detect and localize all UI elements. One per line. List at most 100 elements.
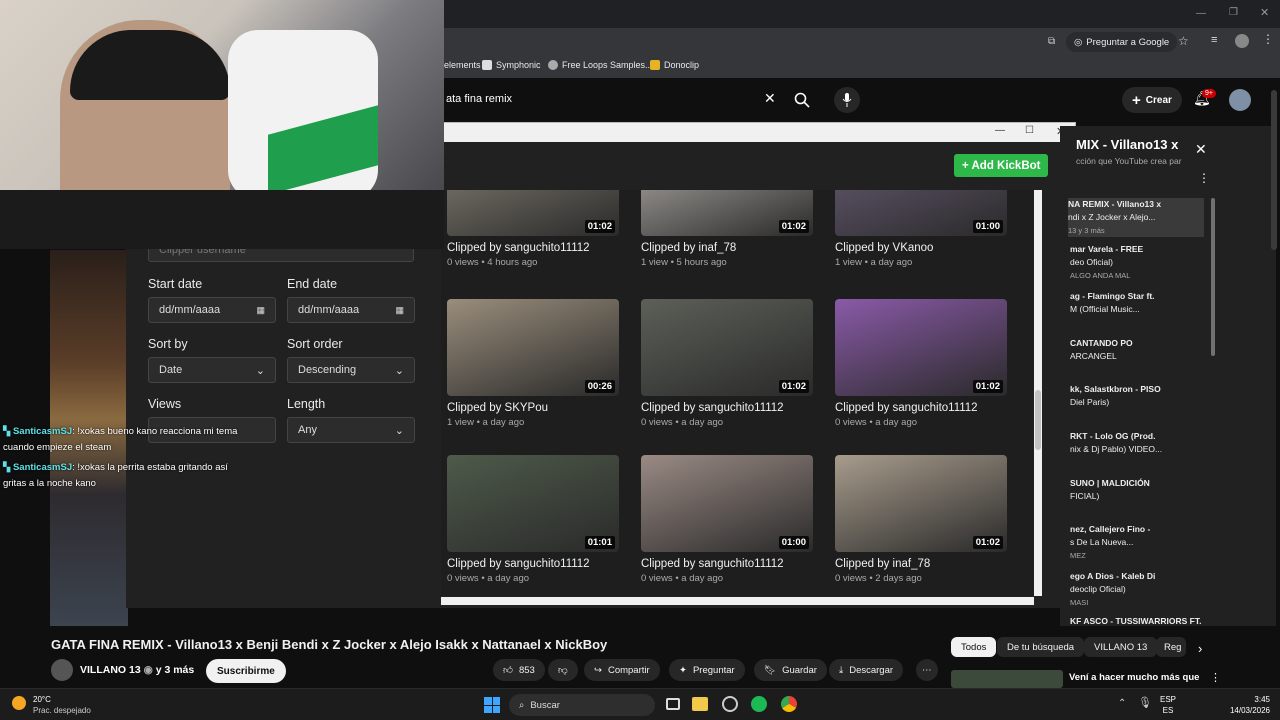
playlist-item[interactable]: CANTANDO PO ARCANGEL — [1070, 337, 1133, 363]
search-input[interactable]: ata fina remix ✕ — [440, 86, 820, 112]
clip-title[interactable]: Clipped by VKanoo — [835, 242, 1007, 254]
maximize-icon[interactable]: ❐ — [1229, 7, 1238, 18]
clip-thumbnail[interactable]: 01:02 — [641, 299, 813, 396]
playlist-scrollbar[interactable] — [1211, 198, 1215, 356]
bookmark-free-loops[interactable]: Free Loops Samples... — [548, 60, 653, 70]
clip-card[interactable]: 01:02 Clipped by sanguchito11112 0 views •… — [447, 190, 619, 268]
taskbar-search[interactable]: ⌕ Buscar — [509, 694, 655, 716]
spotify-icon[interactable] — [751, 696, 767, 712]
start-date-input[interactable]: dd/mm/aaaa ▦ — [148, 297, 276, 323]
more-menu-icon[interactable]: ⋮ — [1262, 32, 1274, 46]
reading-list-icon[interactable]: ≡ — [1211, 34, 1217, 46]
scroll-thumb[interactable] — [1035, 390, 1041, 450]
file-explorer-icon[interactable] — [692, 697, 708, 711]
clip-card[interactable]: 01:02 Clipped by sanguchito11112 0 views •… — [835, 299, 1007, 428]
playlist-item[interactable]: NA REMIX - Villano13 x ndi x Z Jocker x A… — [1068, 198, 1204, 237]
chevron-right-icon[interactable]: › — [1198, 641, 1202, 656]
create-button[interactable]: + Crear — [1122, 87, 1182, 113]
clip-title[interactable]: Clipped by sanguchito11112 — [447, 242, 619, 254]
bookmark-donoclip[interactable]: Donoclip — [650, 60, 699, 70]
clip-title[interactable]: Clipped by SKYPou — [447, 402, 619, 414]
language-indicator[interactable]: ESP ES — [1160, 694, 1176, 716]
clip-card[interactable]: 01:02 Clipped by inaf_78 0 views • 2 days … — [835, 455, 1007, 584]
playlist-item[interactable]: nez, Callejero Fino - s De La Nueva... MEZ — [1070, 523, 1150, 562]
playlist-item[interactable]: ag - Flamingo Star ft. M (Official Music.… — [1070, 290, 1155, 316]
like-button[interactable]: 👍︎ 853 — [493, 659, 545, 681]
clip-title[interactable]: Clipped by inaf_78 — [641, 242, 813, 254]
clock[interactable]: 3:45 14/03/2026 — [1222, 694, 1270, 716]
sort-order-select[interactable]: Descending ⌄ — [287, 357, 415, 383]
chip-todos[interactable]: Todos — [951, 637, 997, 657]
clear-search-icon[interactable]: ✕ — [764, 90, 776, 107]
end-date-input[interactable]: dd/mm/aaaa ▦ — [287, 297, 415, 323]
microphone-icon[interactable]: 🎙︎ — [1138, 696, 1152, 709]
clip-title[interactable]: Clipped by sanguchito11112 — [835, 402, 1007, 414]
playlist-item[interactable]: kk, Salastkbron - PISO Diel Paris) — [1070, 383, 1161, 409]
clip-card[interactable]: 00:26 Clipped by SKYPou 1 view • a day ago — [447, 299, 619, 428]
clip-thumbnail[interactable]: 01:02 — [641, 190, 813, 236]
obs-icon[interactable] — [722, 696, 738, 712]
tray-chevron-icon[interactable]: ⌃ — [1118, 698, 1126, 709]
download-button[interactable]: ⤓ Descargar — [829, 659, 904, 681]
minimize-icon[interactable]: — — [1196, 8, 1206, 19]
weather-widget[interactable]: 20°C Prac. despejado — [33, 694, 91, 716]
clip-title[interactable]: Clipped by sanguchito11112 — [447, 558, 619, 570]
clip-thumbnail[interactable]: 00:26 — [447, 299, 619, 396]
next-video-title[interactable]: Vení a hacer mucho más que — [1069, 672, 1199, 683]
clip-card[interactable]: 01:01 Clipped by sanguchito11112 0 views •… — [447, 455, 619, 584]
ask-google-button[interactable]: ◎ Preguntar a Google — [1066, 32, 1178, 52]
grid-horizontal-scrollbar[interactable] — [441, 597, 1034, 605]
close-playlist-icon[interactable]: ✕ — [1195, 141, 1207, 158]
playlist-item[interactable]: KF ASCO - TUSSIWARRIORS FT. — [1070, 615, 1201, 628]
playlist-item[interactable]: ego A Dios - Kaleb Di deoclip Oficial) MAS… — [1070, 570, 1155, 609]
save-button[interactable]: 🔖︎ Guardar — [754, 659, 827, 681]
clip-card[interactable]: 01:02 Clipped by inaf_78 1 view • 5 hours … — [641, 190, 813, 268]
clip-card[interactable]: 01:00 Clipped by sanguchito11112 0 views •… — [641, 455, 813, 584]
clip-thumbnail[interactable]: 01:01 — [447, 455, 619, 552]
channel-name[interactable]: VILLANO 13 ◉ y 3 más — [80, 664, 194, 676]
clip-thumbnail[interactable]: 01:00 — [641, 455, 813, 552]
chip-villano13[interactable]: VILLANO 13 — [1084, 637, 1158, 657]
more-actions-button[interactable]: ⋯ — [916, 659, 938, 681]
search-icon[interactable] — [792, 90, 812, 110]
next-video-more-icon[interactable]: ⋮ — [1210, 671, 1221, 684]
bookmark-elements[interactable]: elements — [444, 60, 481, 70]
chip-search[interactable]: De tu búsqueda — [997, 637, 1085, 657]
voice-search-icon[interactable] — [834, 87, 860, 113]
playlist-item[interactable]: SUNO | MALDICIÓN FICIAL) — [1070, 477, 1150, 503]
cast-icon[interactable]: ⧉ — [1048, 36, 1055, 47]
clip-card[interactable]: 01:00 Clipped by VKanoo 1 view • a day ago — [835, 190, 1007, 268]
app-maximize-icon[interactable]: ☐ — [1025, 125, 1034, 136]
sort-by-select[interactable]: Date ⌄ — [148, 357, 276, 383]
clip-title[interactable]: Clipped by inaf_78 — [835, 558, 1007, 570]
clip-thumbnail[interactable]: 01:02 — [447, 190, 619, 236]
chip-reg[interactable]: Reg — [1156, 637, 1186, 657]
clip-thumbnail[interactable]: 01:02 — [835, 455, 1007, 552]
next-video-thumbnail[interactable] — [951, 670, 1063, 688]
dislike-button[interactable]: 👎︎ — [548, 659, 578, 681]
playlist-more-icon[interactable]: ⋮ — [1198, 171, 1210, 185]
playlist-item[interactable]: RKT - Lolo OG (Prod. nix & Dj Pablo) VIDE… — [1070, 430, 1162, 456]
app-minimize-icon[interactable]: — — [995, 125, 1005, 136]
length-select[interactable]: Any ⌄ — [287, 417, 415, 443]
profile-avatar[interactable] — [1235, 34, 1249, 48]
clip-title[interactable]: Clipped by sanguchito11112 — [641, 402, 813, 414]
playlist-item[interactable]: mar Varela - FREE deo Oficial) ALGO ANDA M… — [1070, 243, 1143, 282]
subscribe-button[interactable]: Suscribirme — [206, 659, 286, 683]
account-avatar[interactable] — [1229, 89, 1251, 111]
add-kickbot-button[interactable]: + Add KickBot — [954, 154, 1049, 177]
clip-thumbnail[interactable]: 01:02 — [835, 299, 1007, 396]
bookmark-star-icon[interactable]: ☆ — [1178, 34, 1189, 48]
clip-card[interactable]: 01:02 Clipped by sanguchito11112 0 views •… — [641, 299, 813, 428]
chrome-icon[interactable] — [781, 696, 797, 712]
channel-avatar[interactable] — [51, 659, 73, 681]
share-button[interactable]: ↪ Compartir — [584, 659, 660, 681]
task-view-icon[interactable] — [666, 698, 680, 710]
ask-button[interactable]: ✦ Preguntar — [669, 659, 745, 681]
page-scrollbar[interactable] — [1271, 90, 1277, 250]
close-icon[interactable]: ✕ — [1260, 6, 1269, 19]
clip-thumbnail[interactable]: 01:00 — [835, 190, 1007, 236]
weather-icon[interactable] — [12, 696, 26, 710]
grid-scrollbar[interactable] — [1034, 190, 1042, 596]
bookmark-symphonic[interactable]: Symphonic — [482, 60, 541, 70]
